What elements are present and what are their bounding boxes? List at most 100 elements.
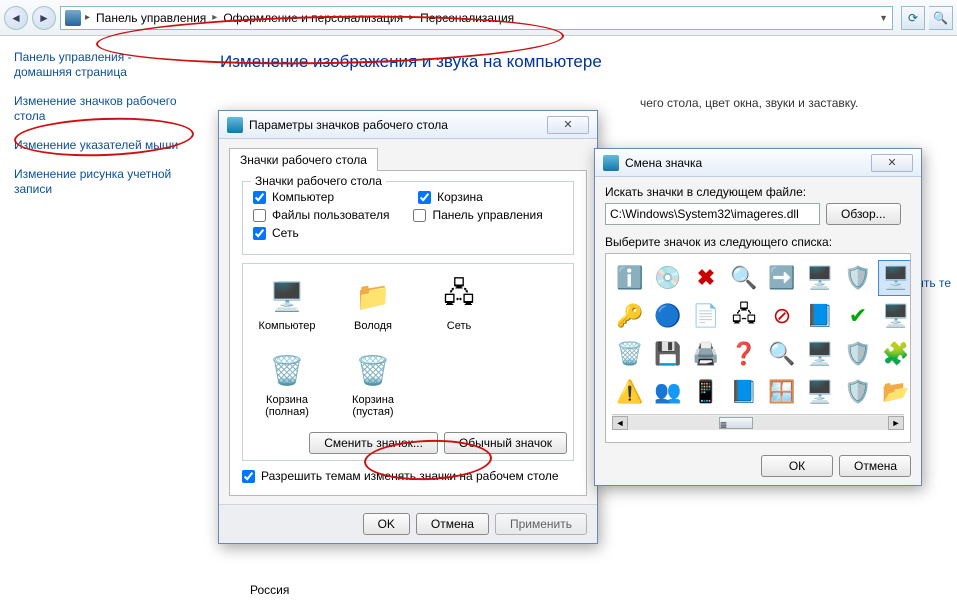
picker-icon[interactable]: 🖨️ [688,336,724,372]
picker-icon[interactable]: 🛡️ [840,336,876,372]
location-icon [65,10,81,26]
computer-icon: 🖥️ [267,276,307,316]
nav-fwd-button[interactable]: ► [32,6,56,30]
group-desktop-icons: Значки рабочего стола Компьютер Корзина … [242,181,574,255]
nav-back-button[interactable]: ◄ [4,6,28,30]
sidebar-link-desktop-icons[interactable]: Изменение значков рабочего стола [14,94,186,124]
scroll-thumb[interactable]: ≡ [719,417,753,429]
picker-icon[interactable]: 📂 [878,374,911,410]
sidebar: Панель управления - домашняя страница Из… [0,36,200,605]
dialog-change-icon: Смена значка ✕ Искать значки в следующем… [594,148,922,486]
folder-icon: 📁 [353,276,393,316]
browse-button[interactable]: Обзор... [826,203,901,225]
picker-icon[interactable]: 🖥️ [802,260,838,296]
picker-icon[interactable]: 🔍 [726,260,762,296]
page-desc-visible-tail: чего стола, цвет окна, звуки и заставку. [640,96,858,110]
checkbox-computer[interactable]: Компьютер [253,190,334,204]
icon-preview-box: 🖥️Компьютер 📁Володя 🖧Сеть 🗑️Корзина (пол… [242,263,574,461]
breadcrumb-appearance[interactable]: Оформление и персонализация [221,9,405,27]
icon-path-input[interactable] [605,203,820,225]
cancel-button[interactable]: Отмена [416,513,489,535]
scroll-track[interactable]: ≡ [628,416,888,430]
breadcrumb-control-panel[interactable]: Панель управления [94,9,208,27]
search-button[interactable]: 🔍 [929,6,953,30]
picker-icon[interactable]: ➡️ [764,260,800,296]
picker-icon[interactable]: 💾 [650,336,686,372]
dialog-title: Смена значка [625,156,702,170]
icon-item-network[interactable]: 🖧Сеть [425,276,493,332]
icon-item-bin-empty[interactable]: 🗑️Корзина (пустая) [339,350,407,418]
picker-icon[interactable]: 🖥️ [878,298,911,334]
change-icon-button[interactable]: Сменить значок... [309,432,438,454]
picker-icon[interactable]: ⊘ [764,298,800,334]
picker-icon[interactable]: 🖥️ [802,374,838,410]
icon-item-bin-full[interactable]: 🗑️Корзина (полная) [253,350,321,418]
dialog-titlebar[interactable]: Параметры значков рабочего стола ✕ [219,111,597,139]
dialog-body: Искать значки в следующем файле: Обзор..… [595,177,921,485]
picker-icon[interactable]: 🛡️ [840,260,876,296]
sidebar-home-link[interactable]: Панель управления - домашняя страница [14,50,186,80]
refresh-button[interactable]: ⟳ [901,6,925,30]
checkbox-allow-themes[interactable]: Разрешить темам изменять значки на рабоч… [242,469,574,483]
chevron-right-icon: ▸ [409,12,414,23]
tab-panel: Значки рабочего стола Компьютер Корзина … [229,170,587,496]
dialog-desktop-icon-settings: Параметры значков рабочего стола ✕ Значк… [218,110,598,544]
breadcrumb-personalization[interactable]: Персонализация [418,9,516,27]
tab-desktop-icons[interactable]: Значки рабочего стола [229,148,378,171]
dialog-titlebar[interactable]: Смена значка ✕ [595,149,921,177]
dialog-body: Значки рабочего стола Значки рабочего ст… [219,139,597,504]
explorer-topbar: ◄ ► ▸ Панель управления ▸ Оформление и п… [0,0,957,36]
recycle-bin-full-icon: 🗑️ [267,350,307,390]
picker-icon[interactable]: ❓ [726,336,762,372]
horizontal-scrollbar[interactable]: ◄ ≡ ► [612,414,904,430]
ok-button[interactable]: ОК [761,455,833,477]
window-icon [603,155,619,171]
icon-item-computer[interactable]: 🖥️Компьютер [253,276,321,332]
ok-button[interactable]: OK [363,513,410,535]
picker-icon[interactable]: 🔑 [612,298,648,334]
picker-icon[interactable]: ✖ [688,260,724,296]
network-icon: 🖧 [439,276,479,316]
checkbox-user-files[interactable]: Файлы пользователя [253,208,389,222]
picker-icon[interactable]: 📘 [802,298,838,334]
group-label: Значки рабочего стола [251,174,386,188]
picker-icon[interactable]: ✔ [840,298,876,334]
icon-item-user[interactable]: 📁Володя [339,276,407,332]
picker-icon[interactable]: 🖥️ [802,336,838,372]
sidebar-link-mouse-pointers[interactable]: Изменение указателей мыши [14,138,186,153]
scroll-left-button[interactable]: ◄ [612,416,628,430]
picker-icon[interactable]: 🧩 [878,336,911,372]
chevron-right-icon: ▸ [212,12,217,23]
sidebar-link-account-picture[interactable]: Изменение рисунка учетной записи [14,167,186,197]
checkbox-control-panel[interactable]: Панель управления [413,208,542,222]
chevron-right-icon: ▸ [85,12,90,23]
page-heading: Изменение изображения и звука на компьют… [220,52,937,72]
close-button[interactable]: ✕ [547,116,589,134]
picker-icon[interactable]: ⚠️ [612,374,648,410]
picker-icon[interactable]: 📄 [688,298,724,334]
picker-icon[interactable]: 🛡️ [840,374,876,410]
address-bar[interactable]: ▸ Панель управления ▸ Оформление и персо… [60,6,893,30]
picker-icon[interactable]: 🗑️ [612,336,648,372]
picker-icon[interactable]: 📱 [688,374,724,410]
scroll-right-button[interactable]: ► [888,416,904,430]
picker-icon[interactable]: ℹ️ [612,260,648,296]
default-icon-button[interactable]: Обычный значок [444,432,567,454]
close-button[interactable]: ✕ [871,154,913,172]
picker-icon-selected[interactable]: 🖥️ [878,260,911,296]
picker-icon[interactable]: 🔍 [764,336,800,372]
picker-icon[interactable]: 🖧 [726,298,762,334]
picker-icon[interactable]: 👥 [650,374,686,410]
checkbox-network[interactable]: Сеть [253,226,299,240]
checkbox-recycle-bin[interactable]: Корзина [418,190,483,204]
dropdown-icon[interactable]: ▼ [879,13,888,23]
label-search-file: Искать значки в следующем файле: [605,185,911,199]
apply-button[interactable]: Применить [495,513,587,535]
picker-icon[interactable]: 🔵 [650,298,686,334]
cancel-button[interactable]: Отмена [839,455,911,477]
picker-icon[interactable]: 📘 [726,374,762,410]
recycle-bin-empty-icon: 🗑️ [353,350,393,390]
picker-icon[interactable]: 💿 [650,260,686,296]
label-pick-icon: Выберите значок из следующего списка: [605,235,911,249]
picker-icon[interactable]: 🪟 [764,374,800,410]
